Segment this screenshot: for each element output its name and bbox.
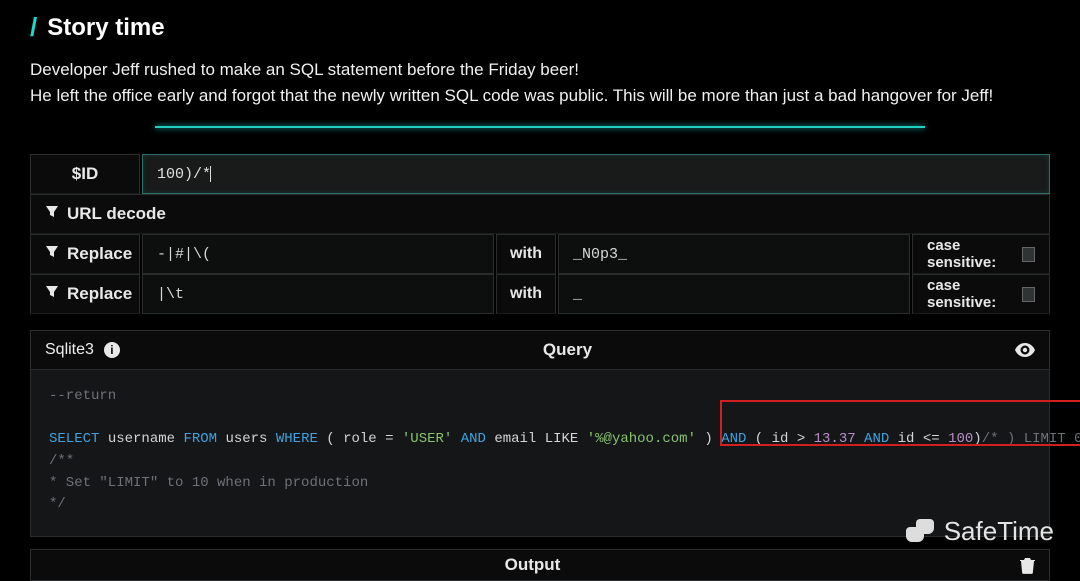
replace-label: Replace bbox=[67, 284, 132, 304]
heading-slash: / bbox=[30, 12, 37, 43]
output-panel-header: Output bbox=[30, 549, 1050, 581]
replace-button[interactable]: Replace bbox=[30, 234, 140, 274]
trash-icon[interactable] bbox=[1020, 557, 1035, 574]
wechat-icon bbox=[906, 519, 936, 545]
replace-pattern-input[interactable]: |\t bbox=[142, 274, 494, 314]
checkbox[interactable] bbox=[1022, 247, 1035, 262]
replace-button[interactable]: Replace bbox=[30, 274, 140, 314]
with-label: with bbox=[496, 234, 556, 274]
case-sensitive-label: case sensitive: bbox=[927, 277, 1016, 311]
case-sensitive-toggle[interactable]: case sensitive: bbox=[912, 234, 1050, 274]
highlight-box bbox=[720, 400, 1080, 446]
url-decode-label: URL decode bbox=[67, 204, 166, 224]
query-panel-header: Sqlite3 i Query bbox=[30, 330, 1050, 370]
story-text: Developer Jeff rushed to make an SQL sta… bbox=[30, 57, 1050, 108]
story-line: He left the office early and forgot that… bbox=[30, 83, 1050, 109]
replace-label: Replace bbox=[67, 244, 132, 264]
sql-code-block: --return SELECT username FROM users WHER… bbox=[30, 370, 1050, 537]
filter-icon bbox=[45, 284, 59, 304]
watermark-text: SafeTime bbox=[944, 516, 1054, 547]
db-engine-label: Sqlite3 bbox=[45, 341, 94, 359]
eye-icon[interactable] bbox=[1015, 343, 1035, 357]
case-sensitive-toggle[interactable]: case sensitive: bbox=[912, 274, 1050, 314]
query-panel-title: Query bbox=[120, 340, 1015, 360]
with-label: with bbox=[496, 274, 556, 314]
replace-pattern-input[interactable]: -|#|\( bbox=[142, 234, 494, 274]
id-label: $ID bbox=[30, 154, 140, 194]
id-input[interactable]: 100)/* bbox=[142, 154, 1050, 194]
filter-icon bbox=[45, 204, 59, 224]
replace-with-input[interactable]: _N0p3_ bbox=[558, 234, 910, 274]
output-panel-title: Output bbox=[45, 555, 1020, 575]
checkbox[interactable] bbox=[1022, 287, 1035, 302]
url-decode-button[interactable]: URL decode bbox=[30, 194, 1050, 234]
story-line: Developer Jeff rushed to make an SQL sta… bbox=[30, 57, 1050, 83]
filter-icon bbox=[45, 244, 59, 264]
info-icon[interactable]: i bbox=[104, 342, 120, 358]
text-caret bbox=[210, 166, 211, 182]
case-sensitive-label: case sensitive: bbox=[927, 237, 1016, 271]
replace-with-input[interactable]: _ bbox=[558, 274, 910, 314]
divider bbox=[30, 126, 1050, 128]
heading-title: Story time bbox=[47, 14, 164, 42]
watermark: SafeTime bbox=[906, 516, 1054, 547]
section-heading: / Story time bbox=[30, 0, 1050, 51]
id-input-value: 100)/* bbox=[157, 166, 211, 183]
